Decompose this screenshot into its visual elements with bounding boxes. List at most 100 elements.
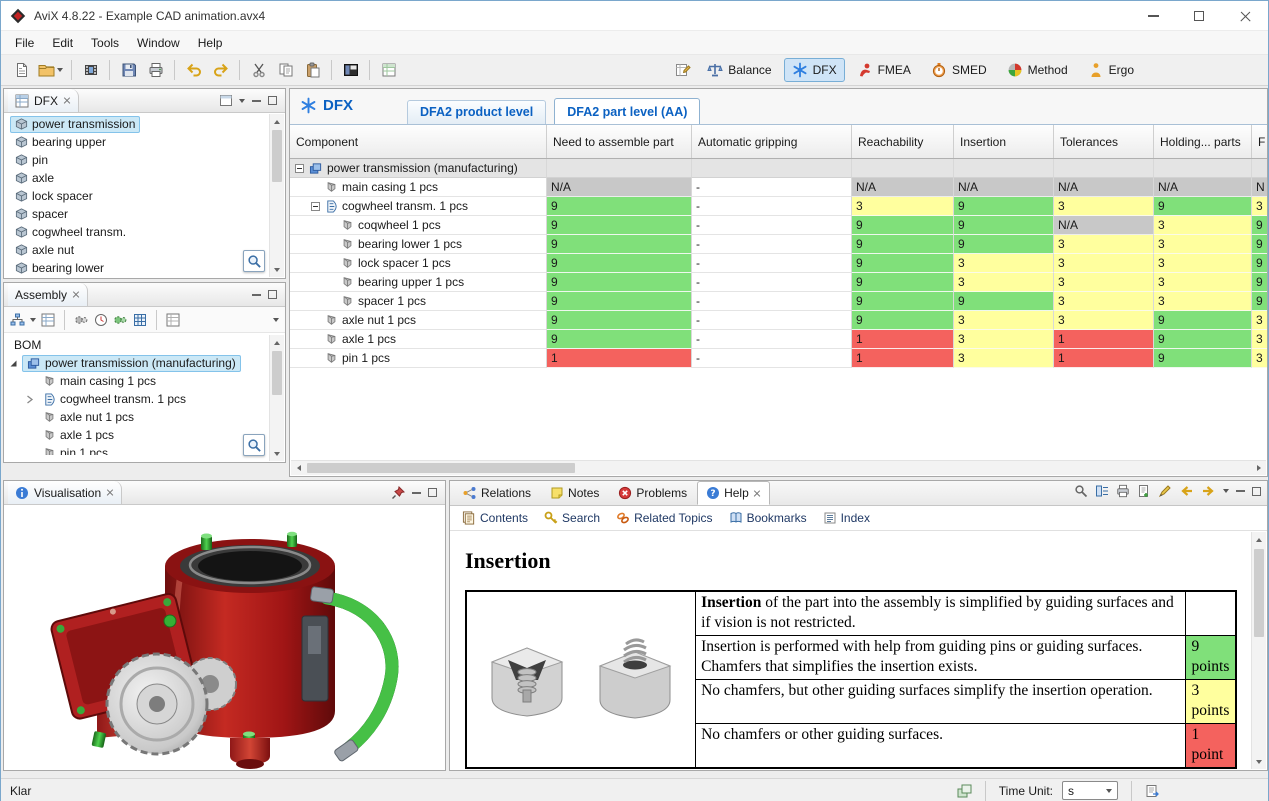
close-window-button[interactable] — [1222, 1, 1268, 31]
close-view-icon[interactable] — [106, 489, 114, 497]
dfx-tree-item[interactable]: pin — [4, 151, 285, 169]
feature-balance-button[interactable]: Balance — [699, 58, 779, 82]
cut-icon[interactable] — [246, 58, 271, 83]
score-cell[interactable]: - — [692, 330, 852, 349]
score-cell[interactable]: 9 — [852, 216, 954, 235]
minimize-view-icon[interactable] — [252, 100, 261, 102]
help-toolbar-contents-button[interactable]: Contents — [462, 511, 528, 525]
collapse-toggle[interactable] — [294, 164, 305, 173]
close-view-icon[interactable] — [72, 291, 80, 299]
score-cell[interactable]: 1 — [852, 349, 954, 368]
bom-tree-item[interactable]: axle nut 1 pcs — [4, 408, 285, 426]
score-cell[interactable]: 3 — [1054, 311, 1154, 330]
highlight-icon[interactable] — [1158, 484, 1172, 498]
grid-row[interactable]: axle 1 pcs9-13193 — [290, 330, 1268, 349]
add-bookmark-icon[interactable] — [1137, 484, 1151, 498]
score-cell[interactable]: 9 — [852, 235, 954, 254]
bom-tree-item[interactable]: main casing 1 pcs — [4, 372, 285, 390]
undo-icon[interactable] — [181, 58, 206, 83]
score-cell[interactable]: 9 — [1252, 254, 1268, 273]
score-cell[interactable]: 1 — [852, 330, 954, 349]
score-cell[interactable]: 3 — [1054, 254, 1154, 273]
score-cell[interactable]: N — [1252, 178, 1268, 197]
score-cell[interactable] — [1054, 159, 1154, 178]
score-cell[interactable]: 3 — [954, 349, 1054, 368]
score-cell[interactable]: 3 — [954, 273, 1054, 292]
score-cell[interactable]: 3 — [1054, 273, 1154, 292]
score-cell[interactable] — [1252, 159, 1268, 178]
menu-tools[interactable]: Tools — [82, 33, 128, 53]
grid-column-header[interactable]: Insertion — [954, 125, 1054, 158]
score-cell[interactable]: N/A — [1154, 178, 1252, 197]
time-unit-select[interactable]: s — [1062, 781, 1118, 800]
scroll-up-icon[interactable] — [270, 335, 284, 350]
score-cell[interactable]: - — [692, 216, 852, 235]
score-cell[interactable] — [1154, 159, 1252, 178]
tab-relations[interactable]: Relations — [453, 481, 540, 505]
grid-row[interactable]: power transmission (manufacturing) — [290, 159, 1268, 178]
scroll-right-icon[interactable] — [1251, 461, 1266, 475]
score-cell[interactable]: 3 — [1154, 292, 1252, 311]
score-cell[interactable]: 9 — [1252, 273, 1268, 292]
magnifier-button[interactable] — [243, 250, 265, 272]
collapse-toggle[interactable] — [310, 202, 321, 211]
score-cell[interactable] — [692, 159, 852, 178]
forward-icon[interactable] — [1201, 484, 1216, 498]
scrollbar-thumb[interactable] — [272, 351, 282, 395]
score-cell[interactable]: 3 — [852, 197, 954, 216]
help-scrollbar[interactable] — [1251, 532, 1266, 769]
score-cell[interactable]: 9 — [547, 254, 692, 273]
score-cell[interactable]: N/A — [954, 178, 1054, 197]
maximize-view-icon[interactable] — [1252, 487, 1261, 496]
open-dropdown-icon[interactable] — [57, 68, 63, 72]
bom-tree-item[interactable]: power transmission (manufacturing) — [4, 354, 285, 372]
feature-fmea-button[interactable]: FMEA — [849, 58, 919, 82]
grid-row[interactable]: main casing 1 pcsN/A-N/AN/AN/AN/AN — [290, 178, 1268, 197]
score-cell[interactable]: - — [692, 235, 852, 254]
score-cell[interactable]: - — [692, 178, 852, 197]
score-cell[interactable]: 3 — [1054, 292, 1154, 311]
grid-row[interactable]: bearing upper 1 pcs9-93339 — [290, 273, 1268, 292]
collapse-icon[interactable] — [8, 359, 19, 368]
bom-tree-item[interactable]: cogwheel transm. 1 pcs — [4, 390, 285, 408]
maximize-view-icon[interactable] — [268, 290, 277, 299]
dfx-tree-scrollbar[interactable] — [269, 114, 284, 277]
menu-help[interactable]: Help — [189, 33, 232, 53]
copy-icon[interactable] — [273, 58, 298, 83]
scrollbar-thumb[interactable] — [1254, 549, 1264, 637]
tab-dfa2-part-level-aa-[interactable]: DFA2 part level (AA) — [554, 98, 700, 124]
help-toolbar-index-button[interactable]: Index — [823, 511, 870, 525]
score-cell[interactable]: 9 — [1252, 216, 1268, 235]
visualisation-view-tab[interactable]: Visualisation — [8, 481, 122, 504]
grid-column-header[interactable]: Automatic gripping — [692, 125, 852, 158]
help-toolbar-bookmarks-button[interactable]: Bookmarks — [729, 511, 807, 525]
score-cell[interactable]: - — [692, 311, 852, 330]
minimize-window-button[interactable] — [1130, 1, 1176, 31]
search-topics-icon[interactable] — [1074, 484, 1088, 498]
menu-file[interactable]: File — [6, 33, 43, 53]
score-cell[interactable] — [954, 159, 1054, 178]
tab-help[interactable]: ?Help — [697, 481, 770, 505]
show-in-toc-icon[interactable] — [1095, 484, 1109, 498]
score-cell[interactable]: 9 — [852, 311, 954, 330]
scrollbar-thumb[interactable] — [307, 463, 575, 473]
scroll-up-icon[interactable] — [270, 114, 284, 129]
report-export-icon[interactable] — [1145, 784, 1159, 798]
pin-icon[interactable] — [391, 486, 405, 500]
score-cell[interactable]: 9 — [547, 311, 692, 330]
score-cell[interactable]: N/A — [547, 178, 692, 197]
scroll-up-icon[interactable] — [1252, 532, 1266, 547]
back-icon[interactable] — [1179, 484, 1194, 498]
clock-icon[interactable] — [94, 313, 108, 327]
tab-notes[interactable]: Notes — [541, 481, 608, 505]
scroll-left-icon[interactable] — [291, 461, 306, 475]
grid-column-header[interactable]: Holding... parts — [1154, 125, 1252, 158]
grid-row[interactable]: bearing lower 1 pcs9-99339 — [290, 235, 1268, 254]
score-cell[interactable] — [852, 159, 954, 178]
print-topic-icon[interactable] — [1116, 484, 1130, 498]
grid-row[interactable]: axle nut 1 pcs9-93393 — [290, 311, 1268, 330]
help-toolbar-search-button[interactable]: Search — [544, 511, 600, 525]
dfx-view-tab[interactable]: DFX — [8, 89, 79, 112]
score-cell[interactable]: 9 — [1252, 235, 1268, 254]
paste-icon[interactable] — [300, 58, 325, 83]
